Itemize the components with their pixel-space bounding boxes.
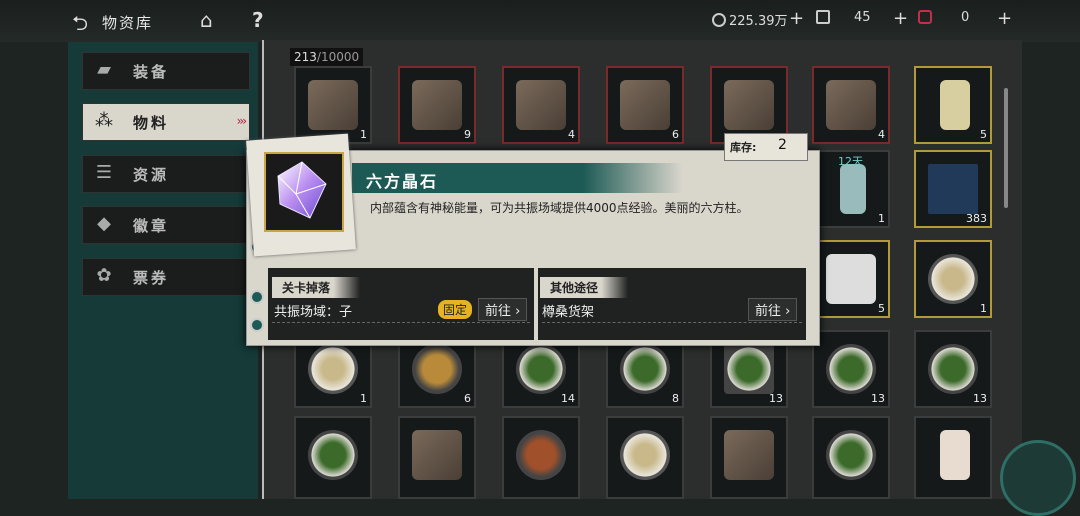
inventory-slot[interactable]: 12天 1 bbox=[812, 150, 890, 228]
add-ticket-button[interactable]: + bbox=[893, 8, 908, 29]
inventory-slot[interactable] bbox=[398, 416, 476, 499]
inventory-slot[interactable]: 1 bbox=[294, 66, 372, 144]
item-icon-frame bbox=[264, 152, 344, 232]
back-icon[interactable]: ⮌ bbox=[72, 9, 88, 43]
chevron-right-icon: › bbox=[515, 304, 521, 319]
stack-icon: ☰ bbox=[95, 162, 113, 183]
chevrons-icon: ››› bbox=[236, 114, 248, 128]
page-title: 物资库 bbox=[102, 14, 154, 32]
inventory-slot[interactable] bbox=[294, 416, 372, 499]
other-source-text: 樽桑货架 bbox=[542, 305, 595, 320]
inventory-slot[interactable]: 4 bbox=[502, 66, 580, 144]
sidebar-item-tickets[interactable]: ✿ 票券 bbox=[82, 258, 250, 296]
corner-emblem bbox=[1000, 440, 1076, 516]
item-name: 六方晶石 bbox=[366, 172, 439, 191]
sidebar-item-materials[interactable]: ⁂ 物料 ››› bbox=[82, 103, 250, 141]
inventory-slot[interactable] bbox=[606, 416, 684, 499]
inventory-slot[interactable]: 1 bbox=[914, 240, 992, 318]
inventory-count: 213/10000 bbox=[290, 48, 364, 66]
inventory-slot[interactable]: 13 bbox=[812, 330, 890, 408]
ticket-icon: ▰ bbox=[97, 59, 111, 80]
inventory-slot[interactable] bbox=[914, 416, 992, 499]
binder-hole bbox=[250, 290, 264, 304]
chevron-right-icon: › bbox=[785, 304, 791, 319]
sidebar-item-badges[interactable]: ◆ 徽章 bbox=[82, 206, 250, 244]
sidebar-item-resources[interactable]: ☰ 资源 bbox=[82, 155, 250, 193]
stock-value: 2 bbox=[778, 137, 787, 153]
inventory-slot[interactable] bbox=[710, 416, 788, 499]
drop-heading: 关卡掉落 bbox=[272, 277, 361, 298]
currency-coin: 225.39万 bbox=[712, 10, 788, 29]
home-icon[interactable]: ⌂ bbox=[200, 8, 213, 32]
ticket-count: 45 bbox=[854, 10, 871, 25]
other-heading: 其他途径 bbox=[540, 277, 629, 298]
inventory-slot[interactable] bbox=[502, 416, 580, 499]
go-to-shop-button[interactable]: 前往 › bbox=[748, 298, 798, 321]
inventory-slot[interactable]: 5 bbox=[914, 66, 992, 144]
fixed-badge: 固定 bbox=[438, 300, 473, 319]
currency-ticket bbox=[816, 10, 833, 26]
add-gem-button[interactable]: + bbox=[997, 8, 1012, 29]
binder-hole bbox=[250, 318, 264, 332]
crystal-icon bbox=[277, 161, 327, 219]
inventory-slot[interactable]: 9 bbox=[398, 66, 476, 144]
timer-label: 12天 bbox=[838, 155, 863, 168]
inventory-slot[interactable]: 4 bbox=[812, 66, 890, 144]
go-to-stage-button[interactable]: 前往 › bbox=[478, 298, 528, 321]
drop-source-text: 共振场域：子 bbox=[274, 305, 353, 320]
inventory-slot[interactable]: 383 bbox=[914, 150, 992, 228]
help-icon[interactable]: ? bbox=[252, 8, 264, 32]
scrollbar[interactable] bbox=[1004, 88, 1008, 208]
inventory-slot[interactable]: 5 bbox=[812, 240, 890, 318]
molecule-icon: ⁂ bbox=[95, 110, 113, 131]
inventory-slot[interactable]: 13 bbox=[914, 330, 992, 408]
ticket-icon bbox=[816, 10, 830, 24]
badge-icon: ◆ bbox=[97, 213, 111, 234]
inventory-slot[interactable] bbox=[812, 416, 890, 499]
currency-gem bbox=[918, 10, 935, 26]
item-description: 内部蕴含有神秘能量，可为共振场域提供4000点经验。美丽的六方柱。 bbox=[370, 201, 749, 215]
coin-icon bbox=[712, 13, 726, 27]
add-coin-button[interactable]: + bbox=[789, 8, 804, 29]
gem-count: 0 bbox=[961, 10, 970, 25]
stock-label: 库存: bbox=[730, 141, 757, 154]
gem-currency-icon bbox=[918, 10, 932, 24]
sidebar-item-equipment[interactable]: ▰ 装备 bbox=[82, 52, 250, 90]
coupon-icon: ✿ bbox=[96, 265, 112, 286]
inventory-slot[interactable]: 6 bbox=[606, 66, 684, 144]
